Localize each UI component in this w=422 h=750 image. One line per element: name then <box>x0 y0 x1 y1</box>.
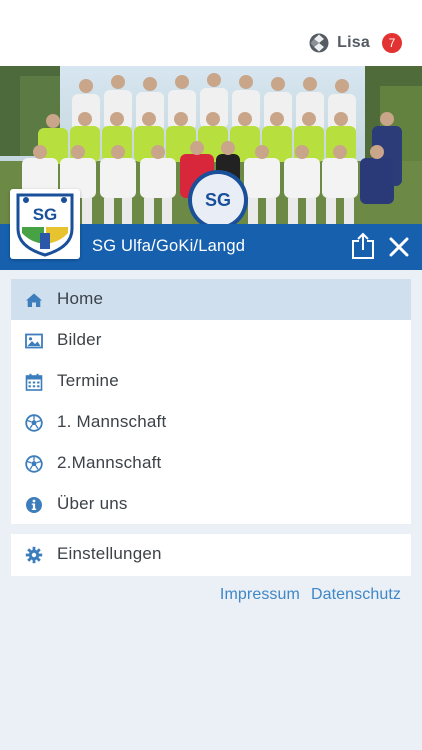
menu-item-label: 1. Mannschaft <box>57 412 167 431</box>
club-logo-icon <box>309 33 329 53</box>
impressum-link[interactable]: Impressum <box>220 586 300 604</box>
user-name: Lisa <box>337 34 370 51</box>
menu-item-label: Über uns <box>57 494 128 513</box>
datenschutz-link[interactable]: Datenschutz <box>311 586 401 604</box>
soccer-ball-icon <box>25 455 43 473</box>
menu-item-label: 2.Mannschaft <box>57 453 162 472</box>
menu-item-1-mannschaft[interactable]: 1. Mannschaft <box>11 402 411 443</box>
menu-item-label: Einstellungen <box>57 544 162 563</box>
club-logo: SG <box>10 189 80 259</box>
notification-badge[interactable]: 7 <box>382 33 402 53</box>
menu-item-label: Bilder <box>57 330 102 349</box>
main-menu: Home Bilder Termine 1. Mannschaft 2.Mann… <box>11 279 411 524</box>
footer-links: Impressum Datenschutz <box>220 586 401 604</box>
home-icon <box>26 293 42 307</box>
share-icon[interactable] <box>350 232 376 260</box>
soccer-ball-icon <box>25 414 43 432</box>
info-icon <box>26 497 42 513</box>
menu-item-label: Termine <box>57 371 119 390</box>
image-icon <box>25 333 43 349</box>
menu-item-home[interactable]: Home <box>11 279 411 320</box>
settings-menu: Einstellungen <box>11 534 411 576</box>
user-account[interactable]: Lisa 7 <box>309 32 402 54</box>
club-logo-text: SG <box>33 205 58 224</box>
calendar-icon <box>25 373 43 391</box>
menu-item-label: Home <box>57 289 104 308</box>
club-name: SG Ulfa/GoKi/Langd <box>92 237 246 255</box>
gear-icon <box>25 546 43 564</box>
svg-text:SG: SG <box>205 190 231 210</box>
menu-item-einstellungen[interactable]: Einstellungen <box>11 534 411 575</box>
top-bar: Lisa 7 <box>0 0 422 66</box>
menu-item-ueber-uns[interactable]: Über uns <box>11 484 411 525</box>
close-icon[interactable] <box>386 235 412 259</box>
menu-item-bilder[interactable]: Bilder <box>11 320 411 361</box>
menu-item-termine[interactable]: Termine <box>11 361 411 402</box>
menu-item-2-mannschaft[interactable]: 2.Mannschaft <box>11 443 411 484</box>
